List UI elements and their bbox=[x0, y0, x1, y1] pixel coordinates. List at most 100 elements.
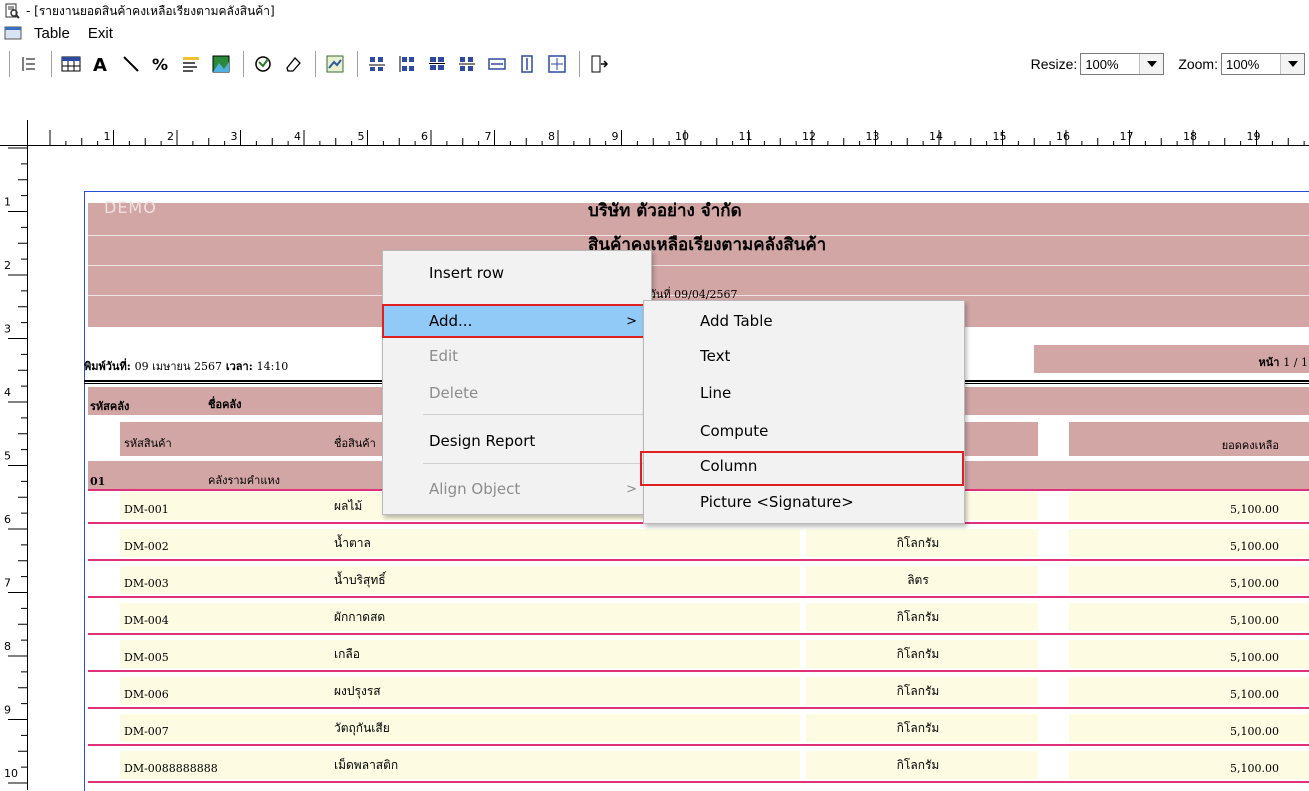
align-bottom-icon[interactable] bbox=[454, 50, 480, 78]
print-info[interactable]: พิมพ์วันที่: 09 เมษายน 2567 เวลา: 14:10 bbox=[84, 357, 288, 375]
table-row[interactable]: DM-002 น้ำตาล กิโลกรัม 5,100.00 bbox=[28, 528, 1309, 559]
item-name[interactable]: เกลือ bbox=[334, 645, 360, 664]
item-balance[interactable]: 5,100.00 bbox=[1230, 614, 1279, 627]
menu-item-edit[interactable]: Edit bbox=[383, 341, 651, 371]
item-code[interactable]: DM-007 bbox=[124, 725, 169, 738]
item-unit[interactable]: ลิตร bbox=[798, 571, 1038, 590]
menu-item-label: Picture <Signature> bbox=[700, 493, 854, 511]
menu-table[interactable]: Table bbox=[32, 25, 72, 42]
line-icon[interactable] bbox=[118, 50, 144, 78]
submenu-item-compute[interactable]: Compute bbox=[644, 416, 964, 446]
item-balance[interactable]: 5,100.00 bbox=[1230, 503, 1279, 516]
item-balance[interactable]: 5,100.00 bbox=[1230, 651, 1279, 664]
align-left-icon[interactable] bbox=[364, 50, 390, 78]
item-name[interactable]: ผักกาดสด bbox=[334, 608, 385, 627]
horizontal-ruler: 1234567891011121314151617181920 bbox=[28, 130, 1309, 146]
submenu-item-line[interactable]: Line bbox=[644, 378, 964, 408]
same-size-icon[interactable] bbox=[544, 50, 570, 78]
item-balance[interactable]: 5,100.00 bbox=[1230, 688, 1279, 701]
item-name[interactable]: ผลไม้ bbox=[334, 497, 362, 516]
item-code[interactable]: DM-003 bbox=[124, 577, 169, 590]
zoom-combo[interactable]: 100% bbox=[1221, 53, 1305, 75]
ruler-label: 13 bbox=[866, 130, 880, 143]
submenu-item-picture-signature[interactable]: Picture <Signature> bbox=[644, 487, 964, 517]
row-underline bbox=[88, 707, 1309, 709]
item-balance[interactable]: 5,100.00 bbox=[1230, 540, 1279, 553]
header-item-name[interactable]: ชื่อสินค้า bbox=[334, 434, 376, 452]
preview-icon[interactable] bbox=[322, 50, 348, 78]
menu-item-label: Add Table bbox=[700, 312, 773, 330]
item-unit[interactable]: กิโลกรัม bbox=[798, 682, 1038, 701]
item-unit[interactable]: กิโลกรัม bbox=[798, 719, 1038, 738]
ruler-corner bbox=[0, 120, 28, 146]
item-balance[interactable]: 5,100.00 bbox=[1230, 577, 1279, 590]
menu-item-label: Text bbox=[700, 347, 731, 365]
compute-icon[interactable]: % bbox=[148, 50, 174, 78]
menu-item-design-report[interactable]: Design Report bbox=[383, 426, 651, 456]
header-item-code[interactable]: รหัสสินค้า bbox=[124, 434, 172, 452]
submenu-item-add-table[interactable]: Add Table bbox=[644, 306, 964, 336]
align-top-icon[interactable] bbox=[394, 50, 420, 78]
menu-item-align-object[interactable]: Align Object > bbox=[383, 474, 651, 504]
row-underline bbox=[88, 670, 1309, 672]
item-balance[interactable]: 5,100.00 bbox=[1230, 762, 1279, 775]
eraser-icon[interactable] bbox=[280, 50, 306, 78]
item-unit[interactable]: กิโลกรัม bbox=[798, 608, 1038, 627]
menu-exit[interactable]: Exit bbox=[86, 25, 115, 42]
table-row[interactable]: DM-003 น้ำบริสุทธิ์ ลิตร 5,100.00 bbox=[28, 565, 1309, 596]
print-date-label: พิมพ์วันที่: bbox=[84, 360, 131, 373]
warehouse-name[interactable]: คลังรามคำแหง bbox=[208, 471, 280, 489]
print-time: 14:10 bbox=[256, 360, 289, 373]
item-code[interactable]: DM-001 bbox=[124, 503, 169, 516]
table-row[interactable]: DM-0088888888 เม็ดพลาสติก กิโลกรัม 5,100.00 bbox=[28, 750, 1309, 781]
column-icon[interactable] bbox=[178, 50, 204, 78]
item-unit[interactable]: กิโลกรัม bbox=[798, 645, 1038, 664]
item-name[interactable]: เม็ดพลาสติก bbox=[334, 756, 398, 775]
item-code[interactable]: DM-006 bbox=[124, 688, 169, 701]
same-height-icon[interactable] bbox=[514, 50, 540, 78]
ruler-label: 10 bbox=[675, 130, 689, 143]
warehouse-code[interactable]: 01 bbox=[90, 475, 105, 488]
row-cell-main bbox=[120, 603, 800, 631]
ruler-label: 8 bbox=[548, 130, 555, 143]
item-code[interactable]: DM-002 bbox=[124, 540, 169, 553]
row-cell-main bbox=[120, 714, 800, 742]
exit-design-icon[interactable] bbox=[586, 50, 612, 78]
company-name[interactable]: บริษัท ตัวอย่าง จำกัด bbox=[588, 197, 742, 224]
header-warehouse-code[interactable]: รหัสคลัง bbox=[90, 397, 129, 415]
header-balance[interactable]: ยอดคงเหลือ bbox=[1222, 436, 1279, 454]
item-code[interactable]: DM-004 bbox=[124, 614, 169, 627]
menu-item-delete[interactable]: Delete bbox=[383, 378, 651, 408]
item-unit[interactable]: กิโลกรัม bbox=[798, 756, 1038, 775]
item-name[interactable]: น้ำบริสุทธิ์ bbox=[334, 571, 386, 590]
item-name[interactable]: น้ำตาล bbox=[334, 534, 371, 553]
toolbar: A % Resize: 100% Zoom: 100% bbox=[0, 46, 1309, 82]
item-unit[interactable]: กิโลกรัม bbox=[798, 534, 1038, 553]
item-code[interactable]: DM-005 bbox=[124, 651, 169, 664]
item-name[interactable]: ผงปรุงรส bbox=[334, 682, 381, 701]
page-number-band[interactable]: หน้า 1 / 1 bbox=[1034, 345, 1309, 373]
table-row[interactable]: DM-004 ผักกาดสด กิโลกรัม 5,100.00 bbox=[28, 602, 1309, 633]
item-code[interactable]: DM-0088888888 bbox=[124, 762, 218, 775]
ruler-label: 16 bbox=[1056, 130, 1070, 143]
item-balance[interactable]: 5,100.00 bbox=[1230, 725, 1279, 738]
table-row[interactable]: DM-007 วัตถุกันเสีย กิโลกรัม 5,100.00 bbox=[28, 713, 1309, 744]
same-width-icon[interactable] bbox=[484, 50, 510, 78]
item-name[interactable]: วัตถุกันเสีย bbox=[334, 719, 390, 738]
tab-order-icon[interactable] bbox=[250, 50, 276, 78]
resize-combo[interactable]: 100% bbox=[1080, 53, 1165, 75]
table-icon[interactable] bbox=[58, 50, 84, 78]
chevron-down-icon[interactable] bbox=[1280, 54, 1304, 74]
table-row[interactable]: DM-005 เกลือ กิโลกรัม 5,100.00 bbox=[28, 639, 1309, 670]
grid-icon[interactable] bbox=[16, 50, 42, 78]
text-icon[interactable]: A bbox=[88, 50, 114, 78]
submenu-item-text[interactable]: Text bbox=[644, 341, 964, 371]
chevron-down-icon[interactable] bbox=[1139, 54, 1164, 74]
header-warehouse-name[interactable]: ชื่อคลัง bbox=[208, 395, 242, 413]
menu-item-insert-row[interactable]: Insert row bbox=[383, 258, 651, 288]
demo-watermark: DEMO bbox=[104, 198, 157, 217]
align-right-icon[interactable] bbox=[424, 50, 450, 78]
picture-icon[interactable] bbox=[208, 50, 234, 78]
table-row[interactable]: DM-006 ผงปรุงรส กิโลกรัม 5,100.00 bbox=[28, 676, 1309, 707]
resize-value: 100% bbox=[1085, 56, 1119, 72]
